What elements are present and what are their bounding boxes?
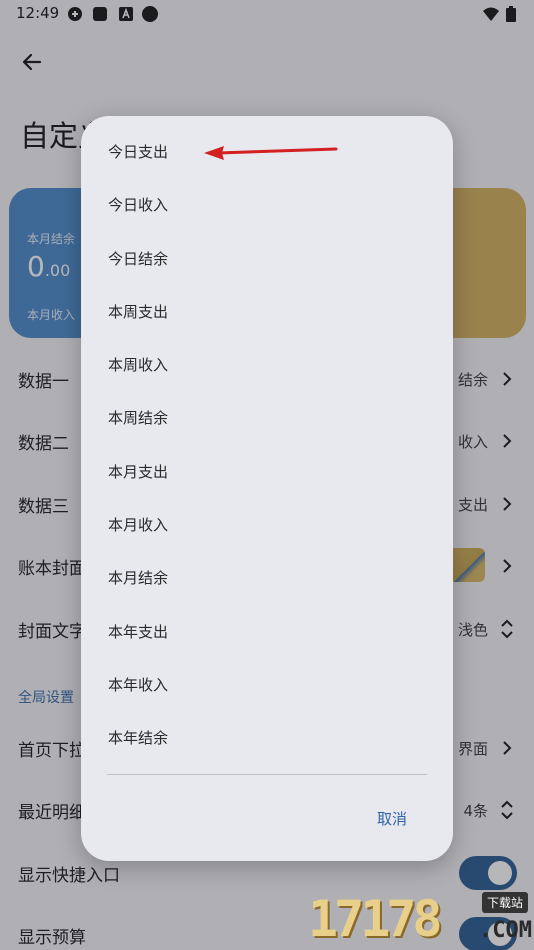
option-item[interactable]: 本月结余 (81, 552, 453, 605)
watermark-badge: 下载站 (481, 892, 528, 913)
option-item[interactable]: 本月支出 (81, 446, 453, 499)
option-item[interactable]: 本年收入 (81, 659, 453, 712)
option-item[interactable]: 今日结余 (81, 233, 453, 286)
option-item[interactable]: 本月收入 (81, 499, 453, 552)
watermark-suffix: .COM (479, 918, 532, 943)
cancel-button[interactable]: 取消 (377, 808, 407, 829)
dialog-divider (107, 774, 427, 775)
option-item[interactable]: 本周支出 (81, 286, 453, 339)
option-item[interactable]: 本年支出 (81, 606, 453, 659)
annotation-arrow-icon (204, 146, 338, 160)
watermark-digits: 17178 (308, 890, 443, 948)
option-item[interactable]: 今日收入 (81, 179, 453, 232)
option-item[interactable]: 本年结余 (81, 712, 453, 765)
data-type-dialog: 今日支出 今日收入 今日结余 本周支出 本周收入 本周结余 本月支出 本月收入 … (81, 116, 453, 861)
option-item[interactable]: 本周结余 (81, 392, 453, 445)
option-item[interactable]: 本周收入 (81, 339, 453, 392)
options-list: 今日支出 今日收入 今日结余 本周支出 本周收入 本周结余 本月支出 本月收入 … (81, 126, 453, 766)
site-watermark: 17178 下载站 .COM (308, 884, 534, 950)
